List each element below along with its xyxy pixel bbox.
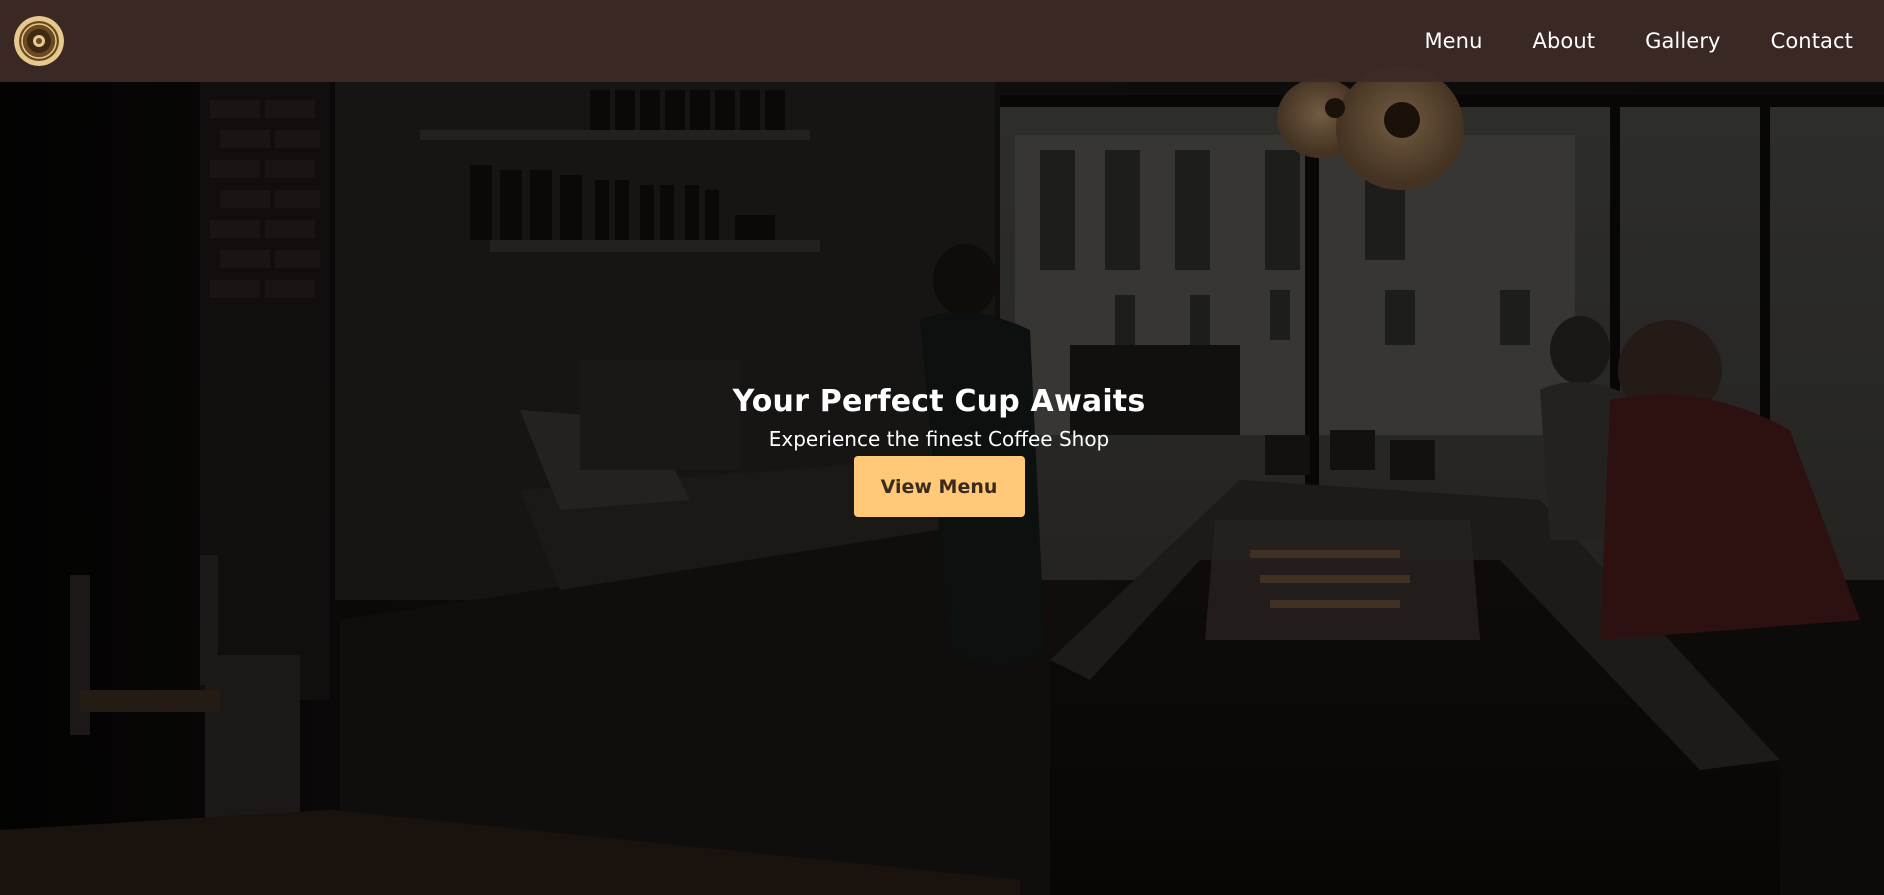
- coffee-shop-logo-icon[interactable]: [14, 16, 64, 66]
- nav-link-gallery[interactable]: Gallery: [1645, 29, 1721, 53]
- page: Menu About Gallery Contact Your Perfect …: [0, 0, 1884, 895]
- main-nav: Menu About Gallery Contact: [1424, 29, 1870, 53]
- view-menu-button[interactable]: View Menu: [853, 456, 1025, 517]
- nav-link-contact[interactable]: Contact: [1771, 29, 1853, 53]
- site-header: Menu About Gallery Contact: [0, 0, 1884, 82]
- nav-link-menu[interactable]: Menu: [1424, 29, 1482, 53]
- hero-subtitle: Experience the finest Coffee Shop: [768, 427, 1110, 451]
- hero-section: Your Perfect Cup Awaits Experience the f…: [0, 382, 1878, 517]
- hero-title: Your Perfect Cup Awaits: [732, 384, 1146, 419]
- nav-link-about[interactable]: About: [1533, 29, 1596, 53]
